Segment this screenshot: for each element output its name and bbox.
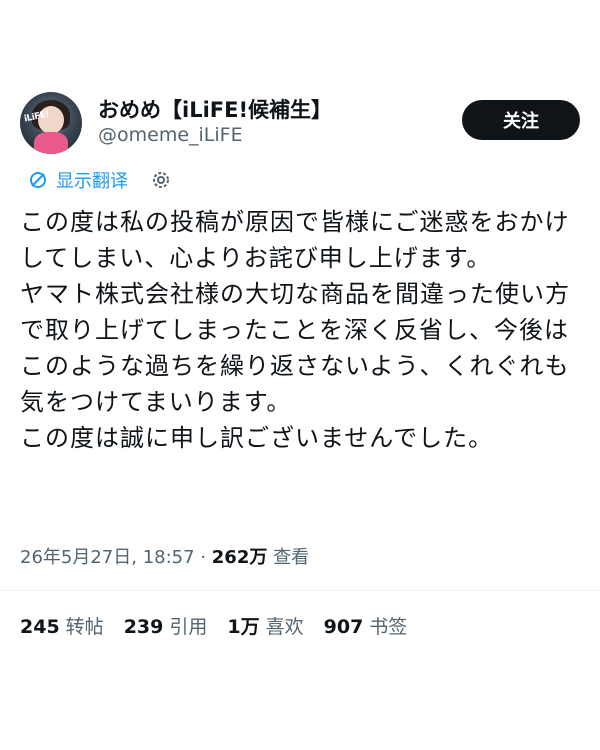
post-meta: 26年5月27日, 18:57 · 262万 查看 xyxy=(20,543,309,569)
gear-icon[interactable] xyxy=(150,169,172,191)
views-count: 262万 xyxy=(211,547,268,568)
divider xyxy=(0,590,600,591)
translate-icon xyxy=(28,170,48,190)
user-handle[interactable]: @omeme_iLiFE xyxy=(98,124,243,146)
avatar[interactable]: iLiFE! xyxy=(20,92,82,154)
translate-row: 显示翻译 xyxy=(28,166,172,194)
post-timestamp[interactable]: 26年5月27日, 18:57 xyxy=(20,547,195,568)
stat-label: 书签 xyxy=(369,616,408,638)
stat-label: 转帖 xyxy=(65,616,104,638)
stat-reposts[interactable]: 245 转帖 xyxy=(20,612,104,639)
post-paragraph: この度は誠に申し訳ございませんでした。 xyxy=(20,424,494,452)
engagement-stats: 245 转帖 239 引用 1万 喜欢 907 书签 xyxy=(20,612,407,639)
stat-label: 喜欢 xyxy=(265,616,304,638)
stat-count: 239 xyxy=(123,616,164,638)
follow-button[interactable]: 关注 xyxy=(462,100,580,140)
views-label: 查看 xyxy=(273,547,310,568)
avatar-body xyxy=(34,132,68,154)
post-text: この度は私の投稿が原因で皆様にご迷惑をおかけしてしまい、心よりお詫び申し上げます… xyxy=(20,204,590,456)
post-paragraph: ヤマト株式会社様の大切な商品を間違った使い方で取り上げてしまったことを深く反省し… xyxy=(20,280,570,416)
stat-count: 907 xyxy=(323,616,364,638)
stat-bookmarks[interactable]: 907 书签 xyxy=(324,612,408,639)
display-name[interactable]: おめめ【iLiFE!候補生】 xyxy=(98,94,332,124)
post-header: iLiFE! おめめ【iLiFE!候補生】 @omeme_iLiFE 关注 xyxy=(20,92,580,162)
stat-label: 引用 xyxy=(169,616,208,638)
stat-quotes[interactable]: 239 引用 xyxy=(124,612,208,639)
stat-count: 245 xyxy=(20,616,60,638)
meta-separator: · xyxy=(200,547,207,568)
stat-count: 1万 xyxy=(227,616,260,638)
stat-likes[interactable]: 1万 喜欢 xyxy=(227,612,303,639)
post-paragraph: この度は私の投稿が原因で皆様にご迷惑をおかけしてしまい、心よりお詫び申し上げます… xyxy=(20,208,570,272)
show-translation-link[interactable]: 显示翻译 xyxy=(56,167,128,193)
